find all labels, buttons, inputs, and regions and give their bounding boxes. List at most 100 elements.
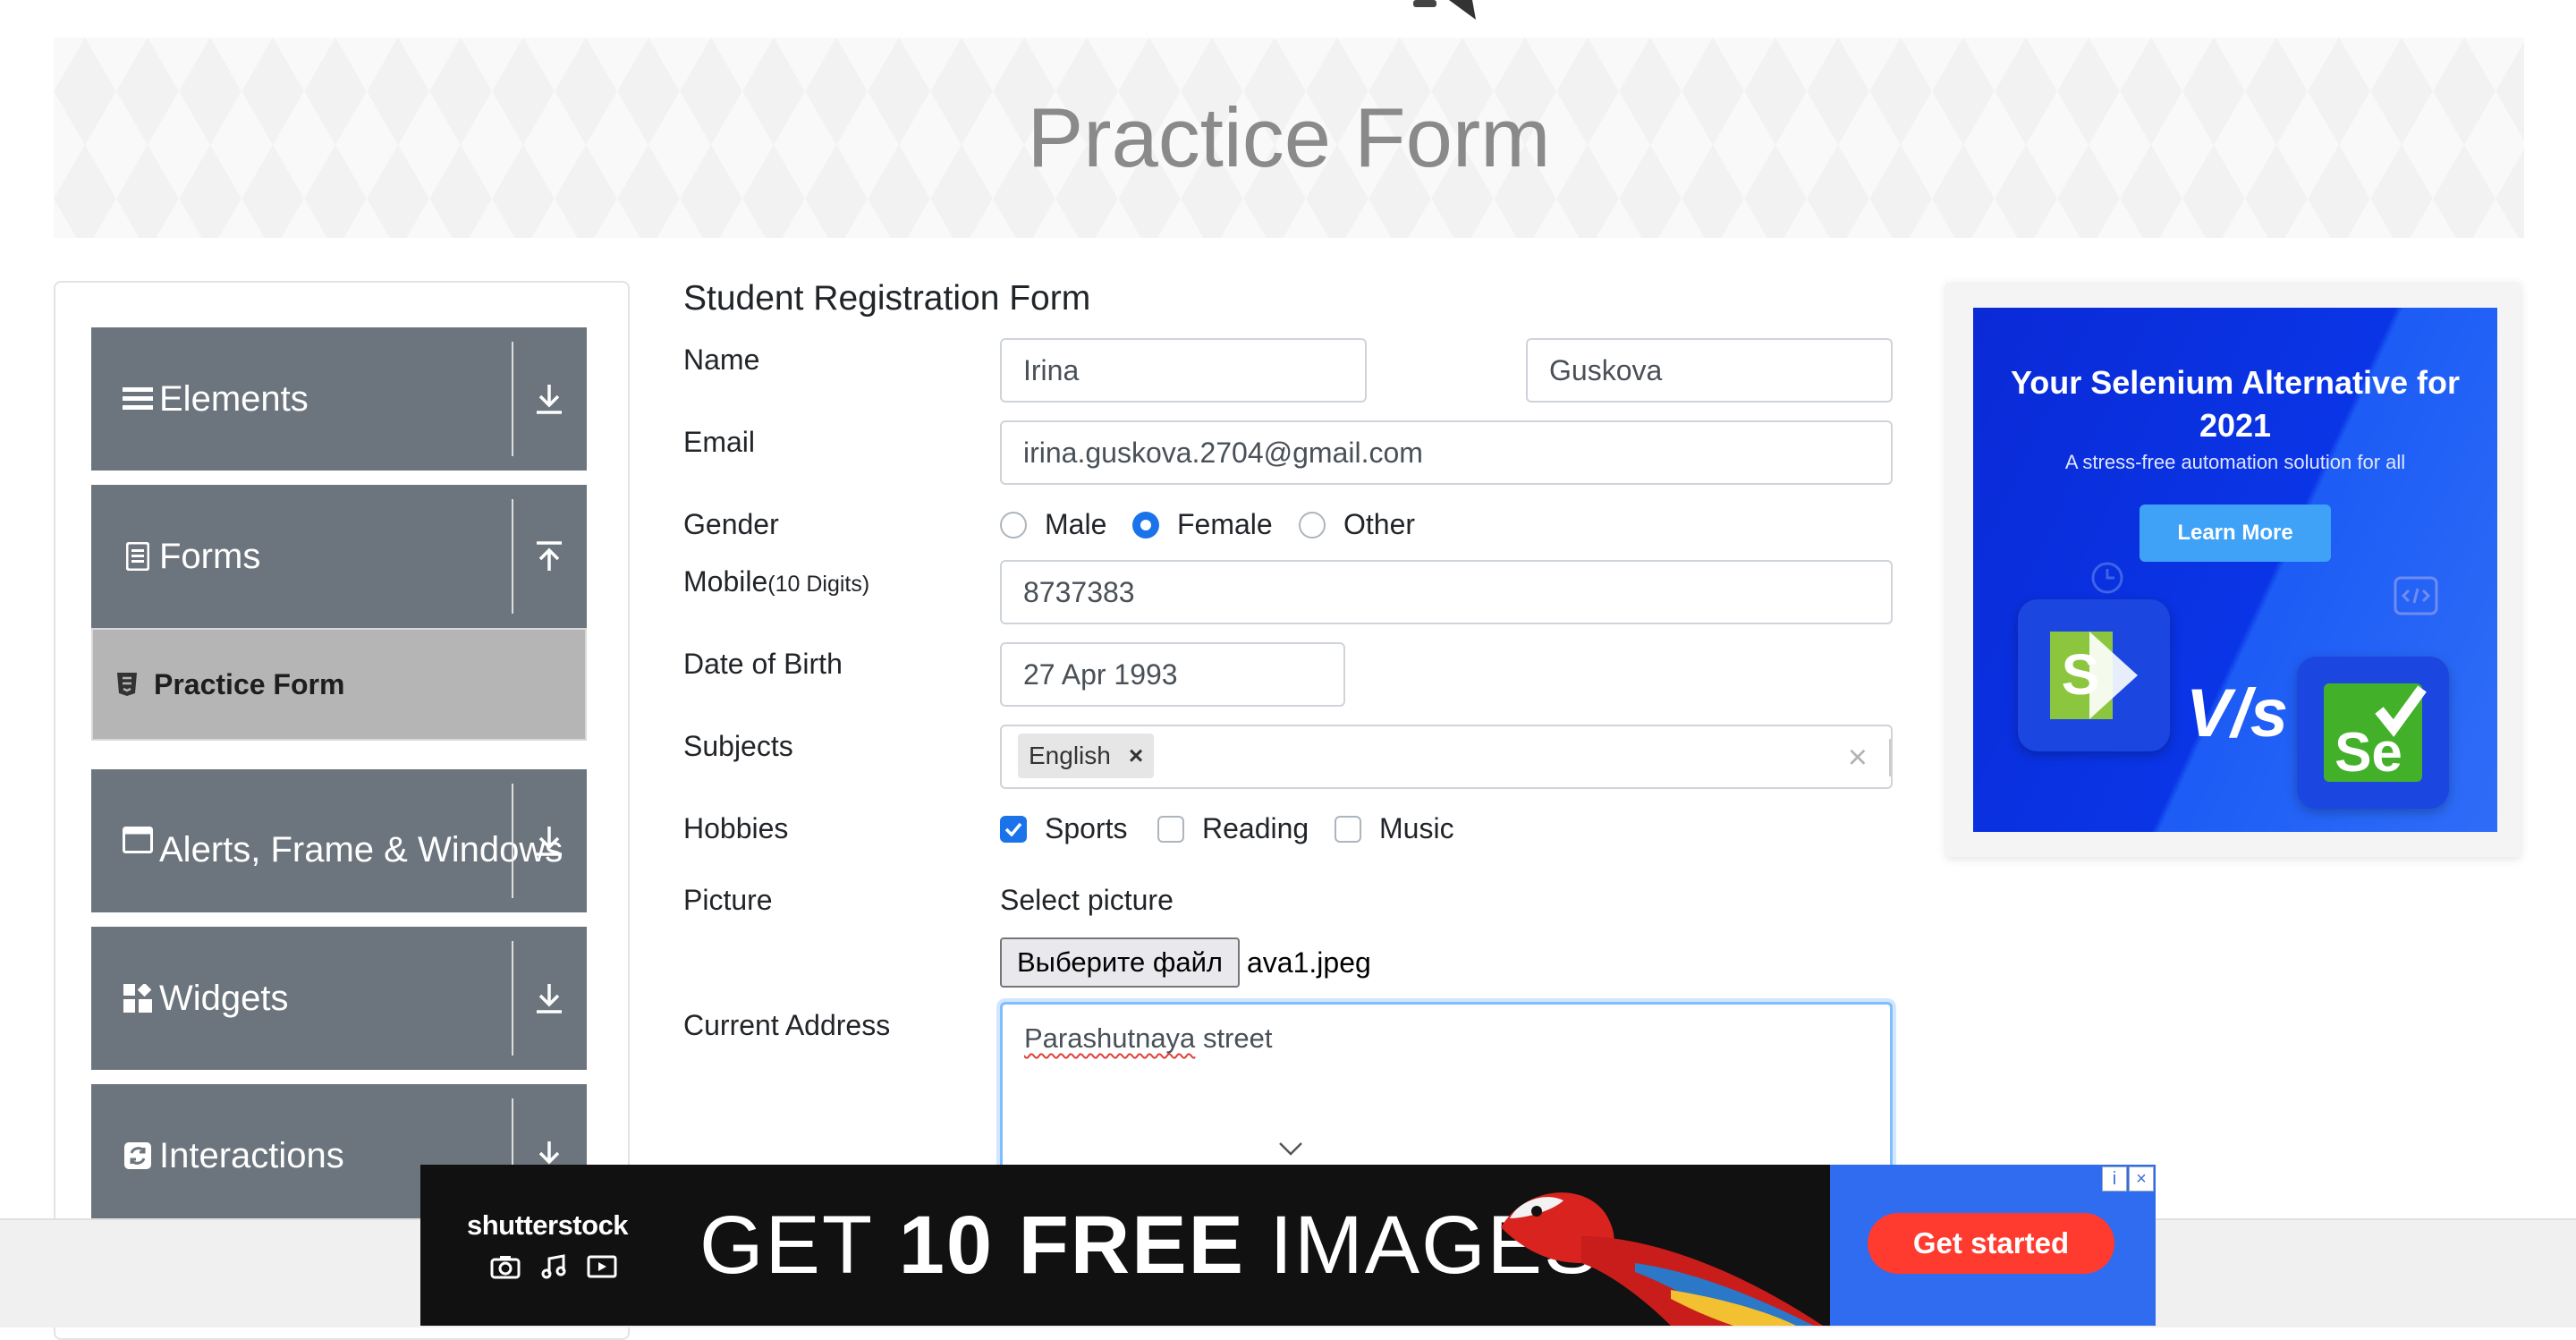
- download-arrow-icon[interactable]: [530, 327, 569, 471]
- checkbox[interactable]: [1157, 815, 1184, 843]
- email-label: Email: [683, 426, 756, 458]
- versus-text: V/s: [2186, 675, 2289, 751]
- list-icon: [120, 386, 156, 412]
- sidebar-group-label: Alerts, Frame & Windows: [159, 830, 564, 869]
- gender-label: Gender: [683, 508, 779, 540]
- headline-part: GET: [699, 1200, 875, 1291]
- selenium-ad-creative[interactable]: Your Selenium Alternative for 2021 A str…: [1973, 308, 2497, 832]
- subject-tag: English ×: [1018, 734, 1155, 778]
- shutterstock-logo: shutterstock: [467, 1209, 629, 1241]
- gender-radio-female[interactable]: Female: [1132, 508, 1273, 541]
- chosen-file-name: ava1.jpeg: [1247, 946, 1371, 979]
- music-icon: [541, 1254, 566, 1279]
- window-icon: [120, 827, 156, 853]
- logo-letter: S: [2062, 642, 2100, 707]
- picture-label: Picture: [683, 884, 773, 916]
- current-address-label: Current Address: [683, 1009, 891, 1041]
- get-started-button[interactable]: Get started: [1868, 1213, 2114, 1274]
- sidebar-group-elements[interactable]: Elements: [91, 327, 587, 471]
- download-arrow-icon[interactable]: [530, 769, 569, 912]
- camera-icon: [490, 1256, 521, 1279]
- mobile-input[interactable]: 8737383: [1000, 560, 1893, 624]
- chevron-down-icon: [1279, 1142, 1302, 1156]
- page-title: Practice Form: [1027, 90, 1551, 184]
- hobbies-label: Hobbies: [683, 812, 789, 844]
- site-logo[interactable]: [1413, 0, 1494, 20]
- katalon-logo: S: [2018, 599, 2170, 751]
- clock-icon: [2091, 562, 2123, 594]
- hobby-checkbox-sports[interactable]: Sports: [1000, 812, 1127, 845]
- code-icon: [2394, 576, 2438, 615]
- selenium-ad[interactable]: Your Selenium Alternative for 2021 A str…: [1946, 283, 2521, 857]
- checkbox-label: Music: [1379, 812, 1454, 844]
- headline-part: 10 FREE: [898, 1200, 1245, 1291]
- radio-button-selected[interactable]: [1132, 511, 1159, 539]
- selenium-logo: Se: [2297, 657, 2449, 809]
- sidebar-group-forms[interactable]: Forms: [91, 485, 587, 628]
- radio-label: Male: [1045, 508, 1107, 540]
- sidebar-item-practice-form[interactable]: Practice Form: [91, 628, 587, 741]
- ad-headline: Your Selenium Alternative for 2021: [2010, 364, 2461, 444]
- ad-info-icon[interactable]: i: [2102, 1166, 2127, 1192]
- ad-controls: i ×: [2102, 1166, 2154, 1192]
- hobby-checkbox-music[interactable]: Music: [1335, 812, 1454, 845]
- learn-more-button[interactable]: Learn More: [2140, 505, 2331, 562]
- radio-label: Female: [1177, 508, 1273, 540]
- mobile-label: Mobile(10 Digits): [683, 565, 869, 598]
- divider: [1889, 739, 1891, 776]
- form-title: Student Registration Form: [683, 279, 1091, 318]
- ad-cta-panel[interactable]: Get started i ×: [1830, 1165, 2156, 1326]
- ad-headline: GET 10 FREE IMAGES: [699, 1199, 1600, 1293]
- checkbox-label: Sports: [1045, 812, 1128, 844]
- address-text: street: [1202, 1022, 1273, 1054]
- first-name-input[interactable]: Irina: [1000, 338, 1367, 403]
- document-icon: [120, 542, 156, 571]
- page-header-banner: Practice Form: [54, 38, 2524, 238]
- checkbox-label: Reading: [1202, 812, 1309, 844]
- divider: [512, 342, 513, 456]
- hobby-checkbox-reading[interactable]: Reading: [1157, 812, 1309, 845]
- parrot-image: [1501, 1192, 1823, 1326]
- date-of-birth-label: Date of Birth: [683, 648, 843, 680]
- sidebar-group-alerts-frame-windows[interactable]: Alerts, Frame & Windows: [91, 769, 587, 912]
- email-input[interactable]: irina.guskova.2704@gmail.com: [1000, 420, 1893, 485]
- sidebar-group-label: Forms: [159, 537, 261, 576]
- html5-icon: [116, 672, 143, 697]
- widgets-icon: [120, 984, 156, 1013]
- video-icon: [587, 1255, 617, 1278]
- divider: [512, 499, 513, 614]
- sidebar-group-label: Elements: [159, 379, 309, 419]
- media-icons: [490, 1254, 617, 1279]
- sidebar-group-label: Widgets: [159, 979, 289, 1018]
- ad-subtitle: A stress-free automation solution for al…: [2064, 451, 2406, 473]
- name-label: Name: [683, 343, 760, 376]
- sidebar-group-widgets[interactable]: Widgets: [91, 927, 587, 1070]
- interactions-icon: [120, 1142, 156, 1169]
- divider: [512, 941, 513, 1056]
- gender-radio-male[interactable]: Male: [1000, 508, 1106, 541]
- choose-file-button[interactable]: Выберите файл: [1000, 937, 1240, 988]
- select-picture-caption: Select picture: [1000, 884, 1174, 916]
- checkbox-checked[interactable]: [1000, 815, 1027, 843]
- remove-tag-icon[interactable]: ×: [1123, 742, 1154, 770]
- checkbox[interactable]: [1335, 815, 1361, 843]
- subject-tag-label: English: [1029, 742, 1111, 769]
- upload-arrow-icon[interactable]: [530, 485, 569, 628]
- sidebar-item-label: Practice Form: [154, 667, 345, 700]
- radio-label: Other: [1343, 508, 1416, 540]
- last-name-input[interactable]: Guskova: [1526, 338, 1893, 403]
- mobile-label-text: Mobile: [683, 565, 768, 598]
- subjects-label: Subjects: [683, 730, 793, 762]
- mobile-hint: (10 Digits): [767, 572, 870, 597]
- date-of-birth-input[interactable]: 27 Apr 1993: [1000, 642, 1345, 707]
- gender-radio-other[interactable]: Other: [1299, 508, 1415, 541]
- shutterstock-ad[interactable]: shutterstock GET 10 FREE IMAGES Get star…: [420, 1165, 2156, 1326]
- ad-close-icon[interactable]: ×: [2129, 1166, 2154, 1192]
- clear-icon[interactable]: ×: [1848, 739, 1868, 777]
- address-text-misspelled: Parashutnaya: [1024, 1022, 1196, 1054]
- radio-button[interactable]: [1000, 511, 1027, 539]
- radio-button[interactable]: [1299, 511, 1326, 539]
- download-arrow-icon[interactable]: [530, 927, 569, 1070]
- divider: [512, 784, 513, 898]
- logo-letters: Se: [2334, 722, 2402, 784]
